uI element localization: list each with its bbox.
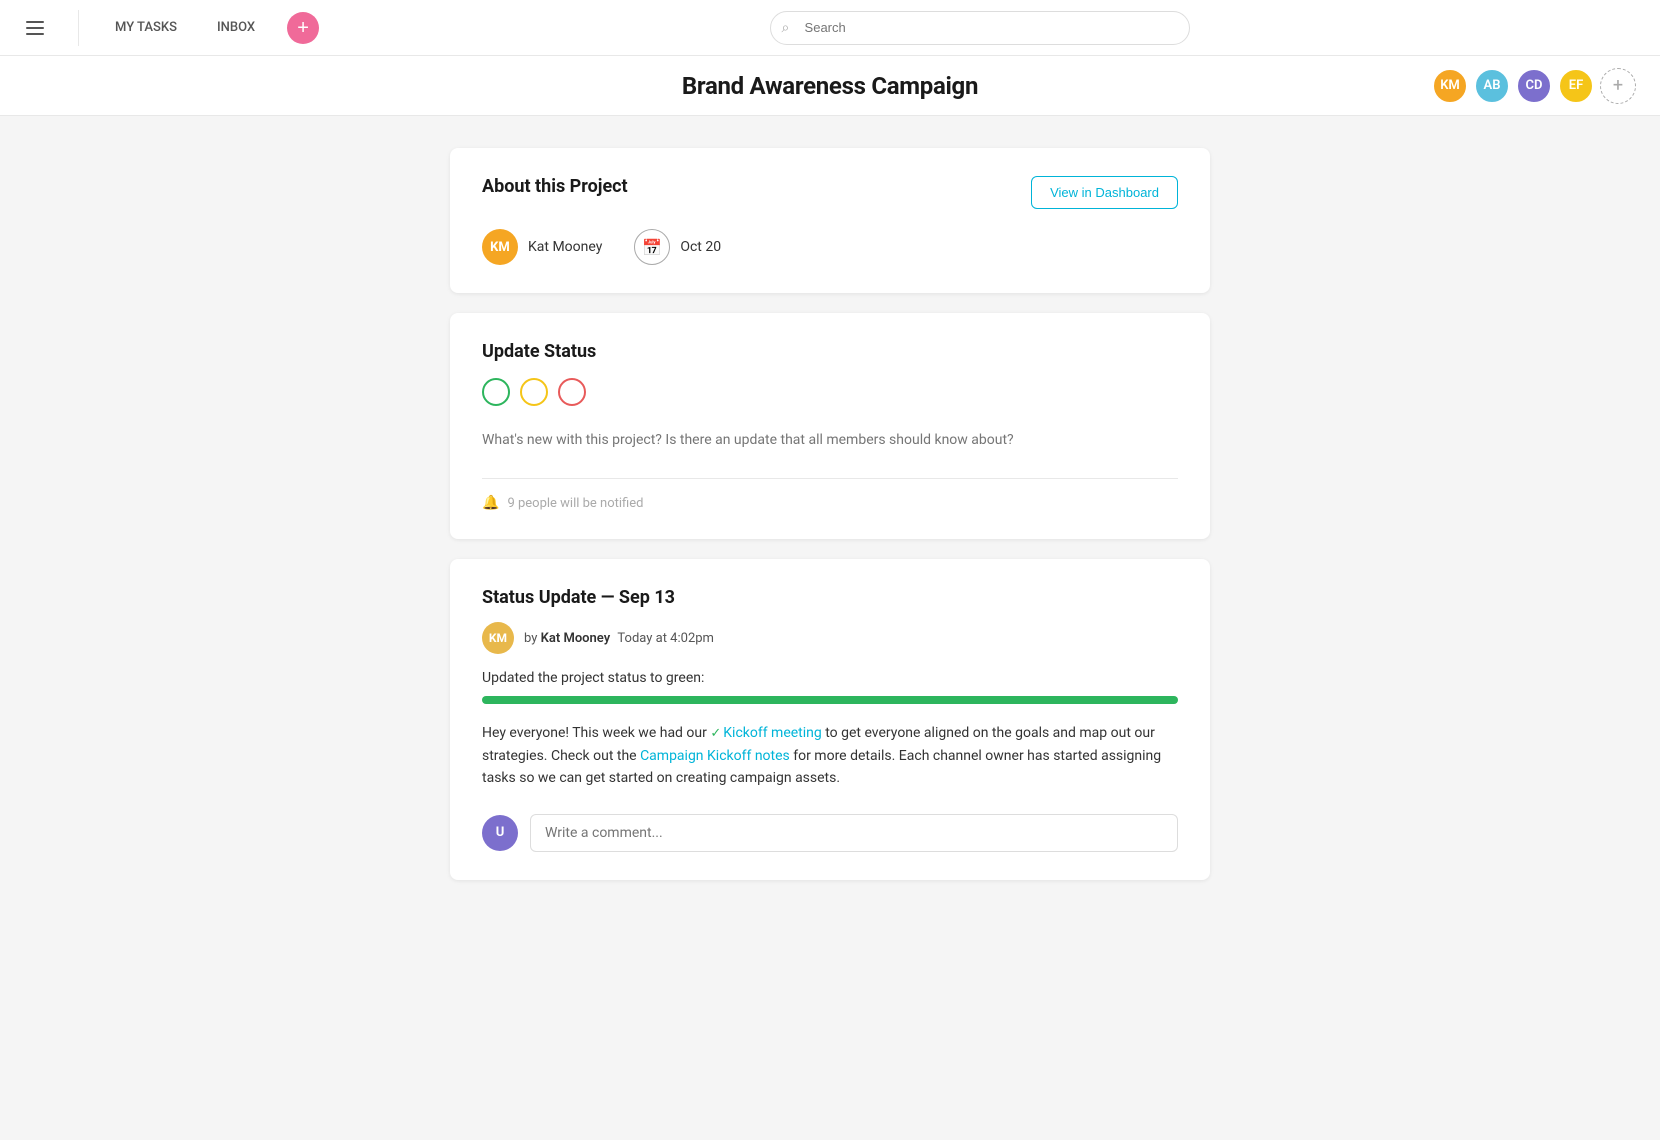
view-dashboard-button[interactable]: View in Dashboard [1031,176,1178,209]
team-avatars: KM AB CD EF + [1432,68,1636,104]
notify-row: 🔔 9 people will be notified [482,495,1178,511]
about-meta: KM Kat Mooney 📅 Oct 20 [482,229,1178,265]
author-name: Kat Mooney [541,631,611,646]
comment-area: U [482,814,1178,852]
status-indicator-text: Updated the project status to green: [482,670,1178,686]
kickoff-meeting-link[interactable]: Kickoff meeting [723,725,822,741]
avatar-user4[interactable]: EF [1558,68,1594,104]
inbox-link[interactable]: INBOX [209,14,263,41]
notify-text: 9 people will be notified [507,496,643,511]
bell-icon: 🔔 [482,495,499,511]
nav-divider [78,10,79,46]
author-prefix: by [524,631,537,646]
main-content: About this Project View in Dashboard KM … [430,116,1230,912]
comment-input[interactable] [530,814,1178,852]
status-update-title: Status Update — Sep 13 [482,587,1178,608]
status-textarea-wrap [482,422,1178,479]
author-avatar: KM [482,622,514,654]
author-info: by Kat Mooney Today at 4:02pm [524,631,714,646]
update-body: Hey everyone! This week we had our ✓Kick… [482,722,1178,790]
body-intro: Hey everyone! This week we had our [482,725,710,741]
avatar-user2[interactable]: AB [1474,68,1510,104]
status-red[interactable] [558,378,586,406]
status-update-card: Status Update — Sep 13 KM by Kat Mooney … [450,559,1210,880]
owner-initials: KM [490,240,510,255]
owner-name: Kat Mooney [528,239,602,255]
search-input[interactable] [770,11,1190,45]
kickoff-notes-link[interactable]: Campaign Kickoff notes [640,748,790,764]
update-status-title: Update Status [482,341,1178,362]
status-green[interactable] [482,378,510,406]
plus-icon: + [297,18,309,38]
status-circles [482,378,1178,406]
my-tasks-link[interactable]: MY TASKS [107,14,185,41]
update-timestamp: Today at 4:02pm [617,631,714,646]
current-user-avatar: U [482,815,518,851]
search-input-wrap: ⌕ [770,11,1190,45]
about-project-card: About this Project View in Dashboard KM … [450,148,1210,293]
status-yellow[interactable] [520,378,548,406]
comment-user-initials: U [496,825,505,840]
add-member-button[interactable]: + [1600,68,1636,104]
due-date: Oct 20 [680,239,721,255]
project-header: Brand Awareness Campaign KM AB CD EF + [0,56,1660,116]
owner-avatar: KM [482,229,518,265]
owner-meta: KM Kat Mooney [482,229,602,265]
top-nav: MY TASKS INBOX + ⌕ [0,0,1660,56]
about-title: About this Project [482,176,628,197]
project-title: Brand Awareness Campaign [682,72,978,100]
checkmark-icon: ✓ [710,726,721,741]
avatar-user3[interactable]: CD [1516,68,1552,104]
author-row: KM by Kat Mooney Today at 4:02pm [482,622,1178,654]
hamburger-menu[interactable] [20,15,50,41]
update-status-card: Update Status 🔔 9 people will be notifie… [450,313,1210,539]
calendar-icon: 📅 [634,229,670,265]
date-meta: 📅 Oct 20 [634,229,721,265]
avatar-kat[interactable]: KM [1432,68,1468,104]
nav-left: MY TASKS INBOX + [20,10,319,46]
status-textarea[interactable] [482,422,1178,474]
add-button[interactable]: + [287,12,319,44]
search-bar: ⌕ [319,11,1640,45]
green-progress-bar [482,696,1178,704]
search-icon: ⌕ [782,20,790,36]
about-header: About this Project View in Dashboard [482,176,1178,209]
